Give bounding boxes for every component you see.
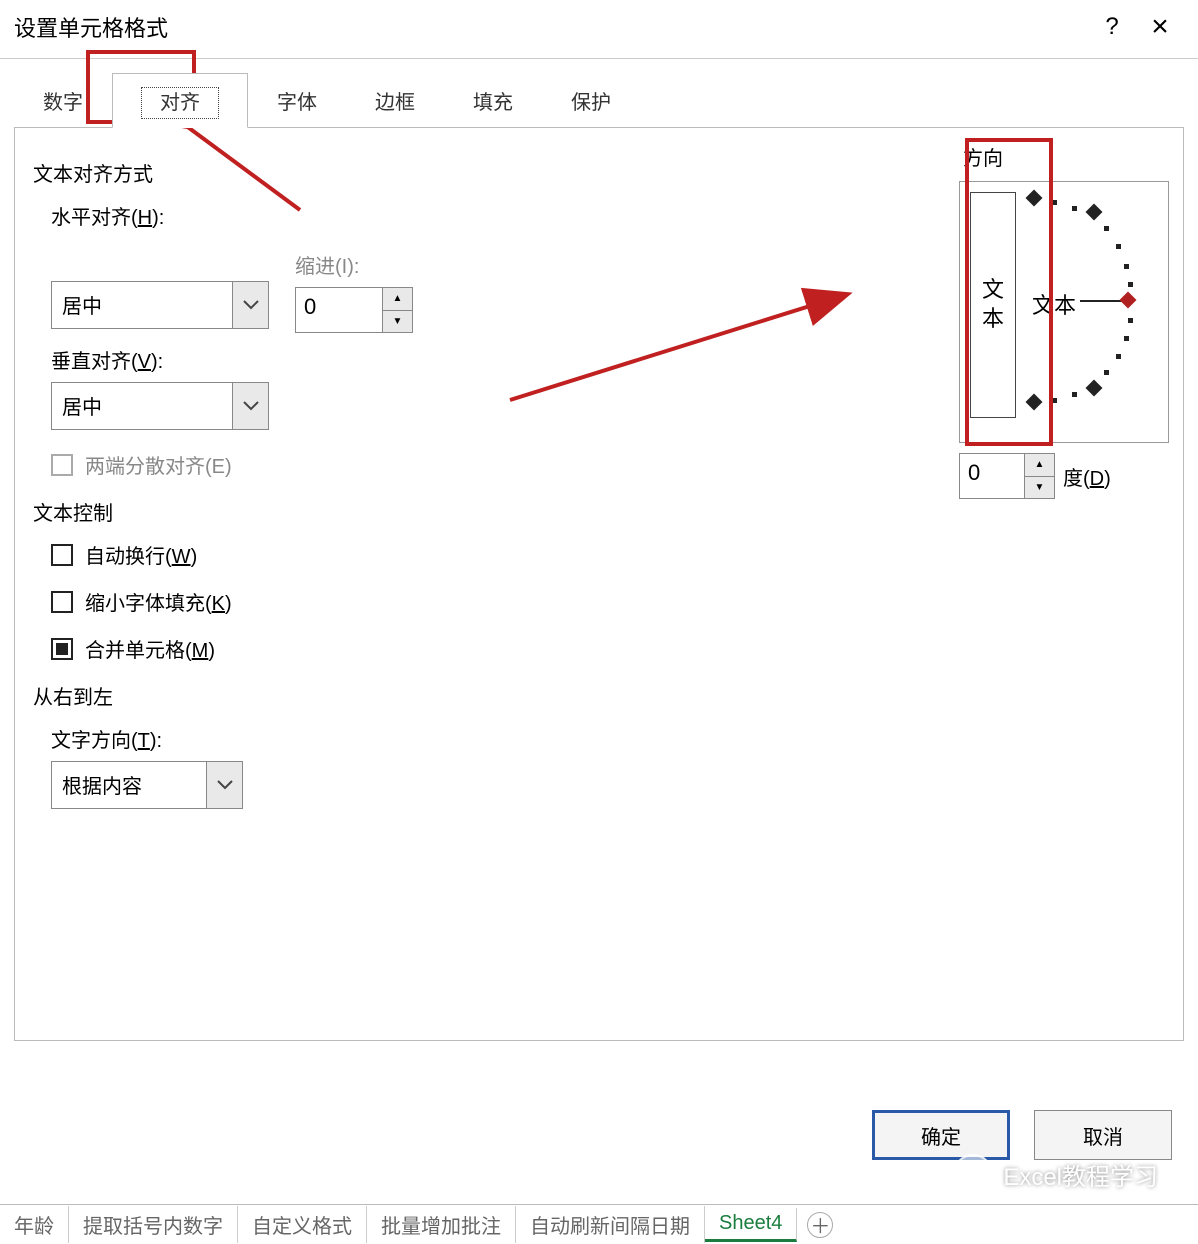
chevron-down-icon[interactable]: [232, 383, 268, 429]
wrap-text-checkbox[interactable]: [51, 544, 73, 566]
chevron-down-icon[interactable]: [206, 762, 242, 808]
ok-button[interactable]: 确定: [872, 1110, 1010, 1160]
indent-spinner[interactable]: 0 ▲ ▼: [295, 287, 413, 333]
text-direction-label: 文字方向(T):: [51, 724, 1165, 753]
content-panel: 文本对齐方式 水平对齐(H): 居中 缩进(I): 0 ▲ ▼: [14, 127, 1184, 1041]
text-direction-combo[interactable]: 根据内容: [51, 761, 243, 809]
spinner-up-icon[interactable]: ▲: [383, 288, 412, 311]
tab-protection[interactable]: 保护: [542, 73, 640, 128]
vertical-value: 居中: [52, 383, 232, 429]
sheet-tab[interactable]: 自动刷新间隔日期: [516, 1206, 705, 1243]
dial-text-label: 文本: [1032, 288, 1076, 320]
justify-distributed-label: 两端分散对齐(E): [85, 450, 232, 479]
degrees-label: 度(D): [1063, 462, 1111, 491]
section-rtl: 从右到左: [33, 681, 1165, 710]
merge-cells-label: 合并单元格(M): [85, 634, 215, 663]
help-button[interactable]: ?: [1088, 13, 1136, 41]
watermark: Excel教程学习: [953, 1154, 1158, 1194]
spinner-down-icon[interactable]: ▼: [1025, 477, 1054, 499]
text-direction-value: 根据内容: [52, 762, 206, 808]
titlebar: 设置单元格格式 ? ×: [0, 0, 1198, 59]
sheet-tab[interactable]: 批量增加批注: [367, 1206, 516, 1243]
merge-cells-checkbox[interactable]: [51, 638, 73, 660]
tab-font[interactable]: 字体: [248, 73, 346, 128]
orientation-title: 方向: [963, 142, 1169, 171]
horizontal-value: 居中: [52, 282, 232, 328]
dialog-buttons: 确定 取消: [872, 1110, 1172, 1160]
orientation-group: 方向 文 本 文本: [959, 134, 1169, 499]
tab-alignment[interactable]: 对齐: [112, 73, 248, 128]
chevron-down-icon[interactable]: [232, 282, 268, 328]
vertical-text-button[interactable]: 文 本: [970, 192, 1016, 418]
horizontal-combo[interactable]: 居中: [51, 281, 269, 329]
shrink-to-fit-checkbox[interactable]: [51, 591, 73, 613]
orientation-box: 文 本 文本: [959, 181, 1169, 443]
vertical-text-char2: 本: [982, 305, 1004, 334]
shrink-to-fit-label: 缩小字体填充(K): [85, 587, 232, 616]
cancel-button[interactable]: 取消: [1034, 1110, 1172, 1160]
text-control-group: 自动换行(W) 缩小字体填充(K) 合并单元格(M): [51, 540, 1165, 663]
tab-fill[interactable]: 填充: [444, 73, 542, 128]
indent-value: 0: [296, 288, 382, 332]
sheet-tab[interactable]: 提取括号内数字: [69, 1206, 238, 1243]
section-text-control: 文本控制: [33, 497, 1165, 526]
degrees-spinner[interactable]: 0 ▲ ▼: [959, 453, 1055, 499]
vertical-text-char1: 文: [982, 276, 1004, 305]
sheet-tabs: 年龄 提取括号内数字 自定义格式 批量增加批注 自动刷新间隔日期 Sheet4 …: [0, 1204, 1198, 1244]
justify-distributed-checkbox: [51, 454, 73, 476]
watermark-icon: [953, 1154, 993, 1194]
sheet-tab[interactable]: 自定义格式: [238, 1206, 367, 1243]
sheet-tab-active[interactable]: Sheet4: [705, 1208, 797, 1242]
dialog-title: 设置单元格格式: [14, 11, 1088, 43]
degrees-value: 0: [960, 454, 1024, 498]
tabs: 数字 对齐 字体 边框 填充 保护: [14, 73, 1198, 128]
indent-label: 缩进(I):: [295, 250, 413, 279]
sheet-tab[interactable]: 年龄: [0, 1206, 69, 1243]
add-sheet-button[interactable]: ＋: [807, 1212, 833, 1238]
close-button[interactable]: ×: [1136, 10, 1184, 44]
spinner-down-icon[interactable]: ▼: [383, 311, 412, 333]
spinner-up-icon[interactable]: ▲: [1025, 454, 1054, 477]
orientation-dial[interactable]: 文本: [1026, 192, 1158, 432]
wrap-text-label: 自动换行(W): [85, 540, 197, 569]
vertical-combo[interactable]: 居中: [51, 382, 269, 430]
rtl-group: 文字方向(T): 根据内容: [51, 724, 1165, 809]
tab-border[interactable]: 边框: [346, 73, 444, 128]
tab-number[interactable]: 数字: [14, 73, 112, 128]
